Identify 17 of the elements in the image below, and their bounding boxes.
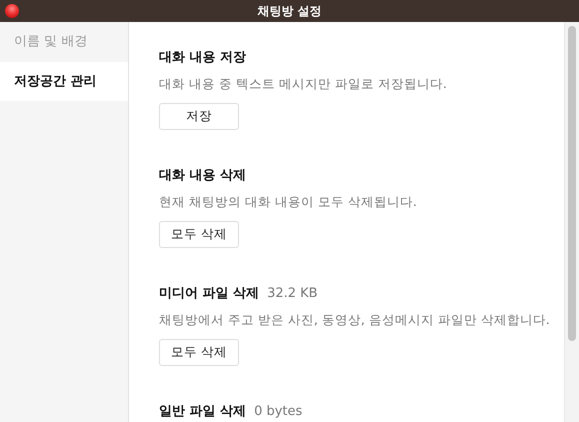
description: 대화 내용 중 텍스트 메시지만 파일로 저장됩니다. bbox=[159, 76, 448, 93]
scrollbar[interactable] bbox=[564, 22, 579, 422]
close-button[interactable] bbox=[5, 4, 19, 18]
size-label: 32.2 KB bbox=[267, 286, 318, 301]
delete-button[interactable]: 모두 삭제 bbox=[159, 339, 239, 366]
delete-button[interactable]: 모두 삭제 bbox=[159, 221, 239, 248]
description: 현재 채팅방의 대화 내용이 모두 삭제됩니다. bbox=[159, 194, 418, 211]
size-label: 0 bytes bbox=[254, 404, 302, 419]
section-title: 대화 내용 삭제 bbox=[159, 167, 246, 184]
sidebar-item[interactable]: 저장공간 관리 bbox=[0, 62, 128, 101]
description: 채팅방에서 주고 받은 사진, 동영상, 음성메시지 파일만 삭제합니다. bbox=[159, 312, 551, 329]
section-title: 일반 파일 삭제 bbox=[159, 403, 246, 420]
delete-button[interactable]: 저장 bbox=[159, 103, 239, 130]
section-title: 대화 내용 저장 bbox=[159, 49, 246, 66]
scrollbar-thumb[interactable] bbox=[568, 26, 576, 341]
section-title: 미디어 파일 삭제 bbox=[159, 285, 260, 302]
window-title: 채팅방 설정 bbox=[257, 2, 322, 20]
